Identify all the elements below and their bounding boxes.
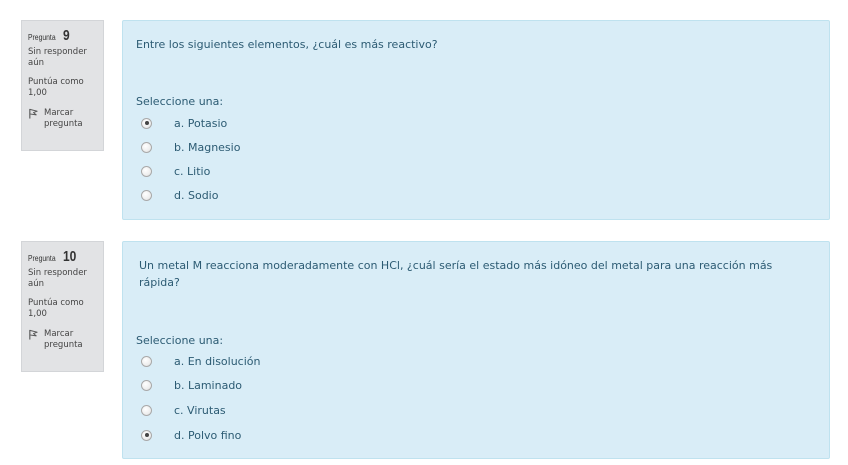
answer-prompt: Seleccione una:	[136, 95, 224, 108]
radio-c[interactable]	[141, 165, 152, 177]
answer-option-c[interactable]: c. Litio	[141, 163, 210, 179]
answer-option-label: c. Litio	[174, 164, 211, 178]
question-label: Pregunta	[28, 254, 56, 263]
question-number: 10	[63, 248, 77, 265]
question-label: Pregunta	[28, 33, 56, 42]
flag-icon	[29, 329, 38, 340]
answer-option-label: b. Magnesio	[174, 140, 241, 154]
flag-label: Marcar pregunta	[44, 108, 83, 129]
question-text: Entre los siguientes elementos, ¿cuál es…	[136, 38, 438, 51]
question-text: Un metal M reacciona moderadamente con H…	[139, 259, 773, 289]
answer-option-label: a. Potasio	[174, 116, 228, 130]
answer-option-b[interactable]: b. Magnesio	[141, 139, 240, 155]
flag-icon	[29, 108, 38, 119]
radio-c[interactable]	[141, 404, 152, 416]
answer-prompt: Seleccione una:	[136, 334, 224, 347]
answer-option-a[interactable]: a. En disolución	[141, 353, 261, 369]
answer-option-label: d. Sodio	[174, 188, 219, 202]
flag-question-button[interactable]: Marcar pregunta	[28, 108, 97, 130]
question-content: Un metal M reacciona moderadamente con H…	[122, 241, 830, 459]
answer-option-a[interactable]: a. Potasio	[141, 115, 227, 131]
answer-option-d[interactable]: d. Sodio	[141, 187, 218, 203]
question-info: Pregunta 10 Sin responder aún Puntúa com…	[21, 241, 104, 372]
answer-option-label: d. Polvo fino	[174, 428, 242, 442]
question-number: 9	[63, 27, 71, 44]
radio-b[interactable]	[141, 141, 152, 153]
question-grade: Puntúa como 1,00	[28, 77, 84, 98]
flag-question-button[interactable]: Marcar pregunta	[28, 329, 97, 351]
question-content: Entre los siguientes elementos, ¿cuál es…	[122, 20, 830, 220]
question-number-line: Pregunta 9	[28, 27, 97, 44]
question-info: Pregunta 9 Sin responder aún Puntúa como…	[21, 20, 104, 151]
answer-option-label: b. Laminado	[174, 378, 243, 392]
answer-option-b[interactable]: b. Laminado	[141, 377, 242, 393]
radio-a[interactable]	[141, 355, 152, 367]
answer-option-label: a. En disolución	[174, 354, 261, 368]
radio-d[interactable]	[141, 189, 152, 201]
question-state: Sin responder aún	[28, 47, 87, 68]
answer-option-d[interactable]: d. Polvo fino	[141, 427, 241, 443]
answer-option-label: c. Virutas	[174, 403, 226, 417]
radio-d[interactable]	[141, 429, 152, 441]
radio-a[interactable]	[141, 117, 152, 129]
answer-option-c[interactable]: c. Virutas	[141, 402, 226, 418]
question-grade: Puntúa como 1,00	[28, 298, 84, 319]
question-number-line: Pregunta 10	[28, 248, 97, 265]
question-state: Sin responder aún	[28, 268, 87, 289]
radio-b[interactable]	[141, 379, 152, 391]
flag-label: Marcar pregunta	[44, 329, 83, 350]
